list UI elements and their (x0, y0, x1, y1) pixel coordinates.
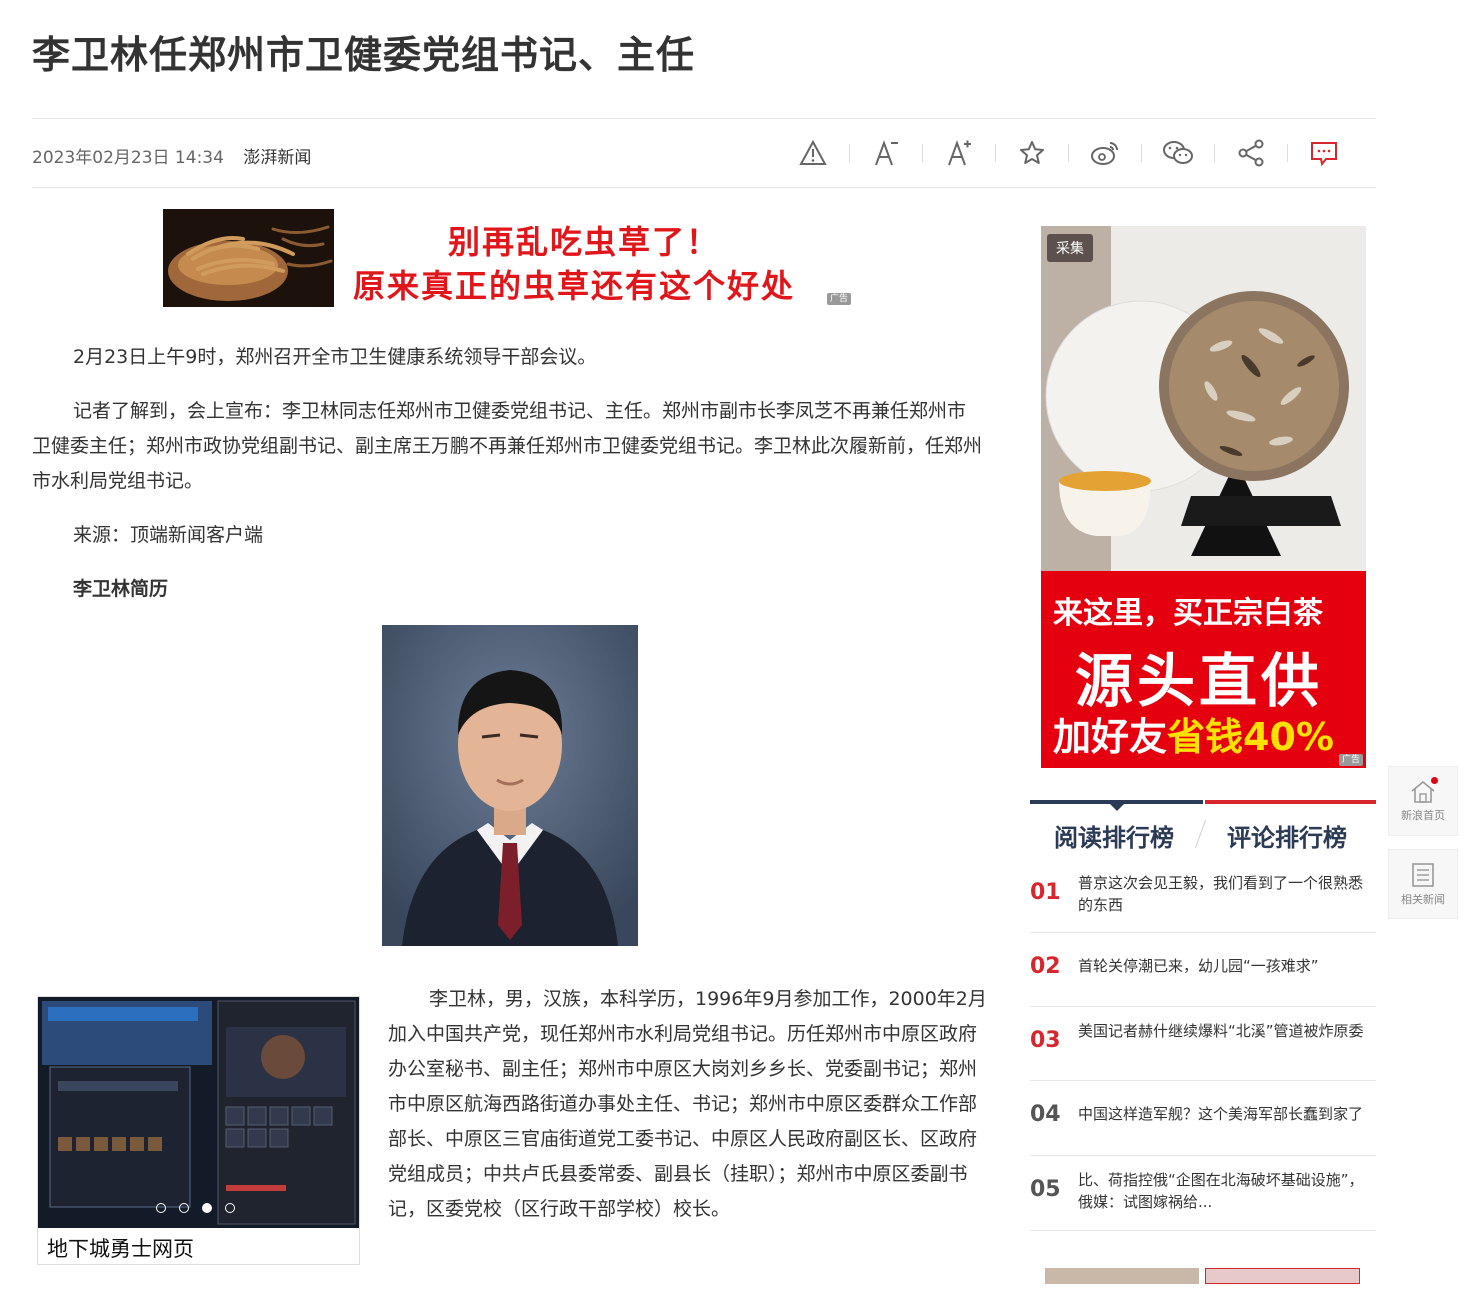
carousel-dots (156, 1203, 235, 1213)
game-ad-card[interactable]: 地下城勇士网页 (37, 996, 360, 1265)
source-link[interactable]: 澎湃新闻 (243, 148, 311, 168)
ranking-item[interactable]: 04 中国这样造军舰？这个美海军部长蠢到家了 (1030, 1081, 1376, 1156)
ad-headline-1: 别再乱吃虫草了！ (448, 223, 721, 261)
collect-badge[interactable]: 采集 (1047, 234, 1093, 262)
ad-line-3a: 加好友 (1053, 715, 1168, 759)
article-title: 李卫林任郑州市卫健委党组书记、主任 (32, 33, 696, 77)
game-ad-caption[interactable]: 地下城勇士网页 (47, 1233, 194, 1263)
rank-title[interactable]: 首轮关停潮已来，幼儿园“一孩难求” (1078, 955, 1370, 977)
star-icon[interactable] (1009, 133, 1055, 173)
bio-paragraph: 李卫林，男，汉族，本科学历，1996年9月参加工作，2000年2月加入中国共产党… (388, 988, 987, 1220)
toolbar-separator (922, 144, 923, 162)
ranking-item[interactable]: 01 普京这次会见王毅，我们看到了一个很熟悉的东西 (1030, 866, 1376, 933)
section-heading: 李卫林简历 (73, 578, 169, 600)
carousel-dot[interactable] (156, 1203, 166, 1213)
paragraph: 记者了解到，会上宣布：李卫林同志任郑州市卫健委党组书记、主任。郑州市副市长李凤芝… (32, 400, 983, 492)
toolbar-separator (1068, 144, 1069, 162)
toolbar-separator (1214, 144, 1215, 162)
related-news-button[interactable]: 相关新闻 (1388, 849, 1458, 919)
warning-icon[interactable] (790, 133, 836, 173)
carousel-dot-active[interactable] (202, 1203, 212, 1213)
toolbar-separator (1141, 144, 1142, 162)
paragraph: 2月23日上午9时，郑州召开全市卫生健康系统领导干部会议。 (73, 346, 597, 368)
font-increase-icon[interactable] (936, 133, 982, 173)
tab-read-ranking[interactable]: 阅读排行榜 (1054, 818, 1174, 853)
toolbar-separator (1287, 144, 1288, 162)
ad-line-3: 加好友省钱40% (1053, 706, 1334, 761)
ad-headline-2: 原来真正的虫草还有这个好处 (353, 267, 796, 305)
carousel-dot[interactable] (179, 1203, 189, 1213)
notification-dot (1431, 777, 1438, 784)
rank-number: 04 (1030, 1102, 1061, 1127)
publish-date: 2023年02月23日 14:34 (32, 148, 224, 168)
side-tea-ad[interactable]: 采集 来这里，买正宗白茶 源头直供 加好友省钱40% 广告 (1041, 226, 1366, 768)
rank-title[interactable]: 比、荷指控俄“企图在北海破坏基础设施”，俄媒：试图嫁祸给... (1078, 1169, 1370, 1213)
weibo-icon[interactable] (1082, 133, 1128, 173)
sina-home-label: 新浪首页 (1401, 808, 1445, 822)
toolbar-separator (995, 144, 996, 162)
divider (32, 118, 1376, 119)
active-tab-indicator (1110, 804, 1124, 811)
ad-label: 广告 (1339, 754, 1364, 766)
rank-title[interactable]: 中国这样造军舰？这个美海军部长蠢到家了 (1078, 1103, 1370, 1125)
ad-line-1: 来这里，买正宗白茶 (1053, 596, 1323, 631)
tab-divider (1194, 820, 1207, 848)
ranking-tabs: 阅读排行榜 评论排行榜 (1030, 800, 1376, 856)
rank-title[interactable]: 普京这次会见王毅，我们看到了一个很熟悉的东西 (1078, 872, 1370, 916)
thumbnail[interactable] (1045, 1268, 1199, 1284)
related-news-label: 相关新闻 (1401, 892, 1445, 906)
document-icon (1412, 862, 1434, 887)
tab-comment-ranking[interactable]: 评论排行榜 (1227, 818, 1347, 853)
thumbnail[interactable] (1204, 1268, 1360, 1284)
divider (32, 187, 1376, 188)
rank-title[interactable]: 美国记者赫什继续爆料“北溪”管道被炸原委 (1078, 1020, 1370, 1042)
tea-cake-image: 采集 (1041, 226, 1366, 571)
carousel-dot[interactable] (225, 1203, 235, 1213)
ranking-item[interactable]: 03 美国记者赫什继续爆料“北溪”管道被炸原委 (1030, 1007, 1376, 1081)
font-decrease-icon[interactable] (863, 133, 909, 173)
rank-number: 03 (1030, 1028, 1061, 1053)
ranking-item[interactable]: 05 比、荷指控俄“企图在北海破坏基础设施”，俄媒：试图嫁祸给... (1030, 1156, 1376, 1231)
portrait-photo (382, 625, 638, 946)
toolbar-separator (849, 144, 850, 162)
tab-bar-inactive (1205, 800, 1376, 804)
sina-home-button[interactable]: 新浪首页 (1388, 766, 1458, 836)
paragraph: 来源：顶端新闻客户端 (73, 524, 264, 546)
rank-number: 01 (1030, 880, 1061, 905)
ad-line-3b: 省钱40% (1167, 715, 1334, 759)
rank-number: 05 (1030, 1177, 1061, 1202)
article-meta: 2023年02月23日 14:34 澎湃新闻 (32, 143, 311, 168)
rank-number: 02 (1030, 954, 1061, 979)
game-screenshot (38, 997, 359, 1228)
article-toolbar (790, 133, 1347, 173)
wechat-icon[interactable] (1155, 133, 1201, 173)
top-banner-ad[interactable]: 别再乱吃虫草了！ 原来真正的虫草还有这个好处 广告 (163, 209, 857, 307)
ad-label: 广告 (827, 293, 852, 305)
cordyceps-image (163, 209, 334, 307)
bottom-thumbnails (1045, 1268, 1360, 1284)
ranking-item[interactable]: 02 首轮关停潮已来，幼儿园“一孩难求” (1030, 933, 1376, 1007)
share-icon[interactable] (1228, 133, 1274, 173)
comment-icon[interactable] (1301, 133, 1347, 173)
